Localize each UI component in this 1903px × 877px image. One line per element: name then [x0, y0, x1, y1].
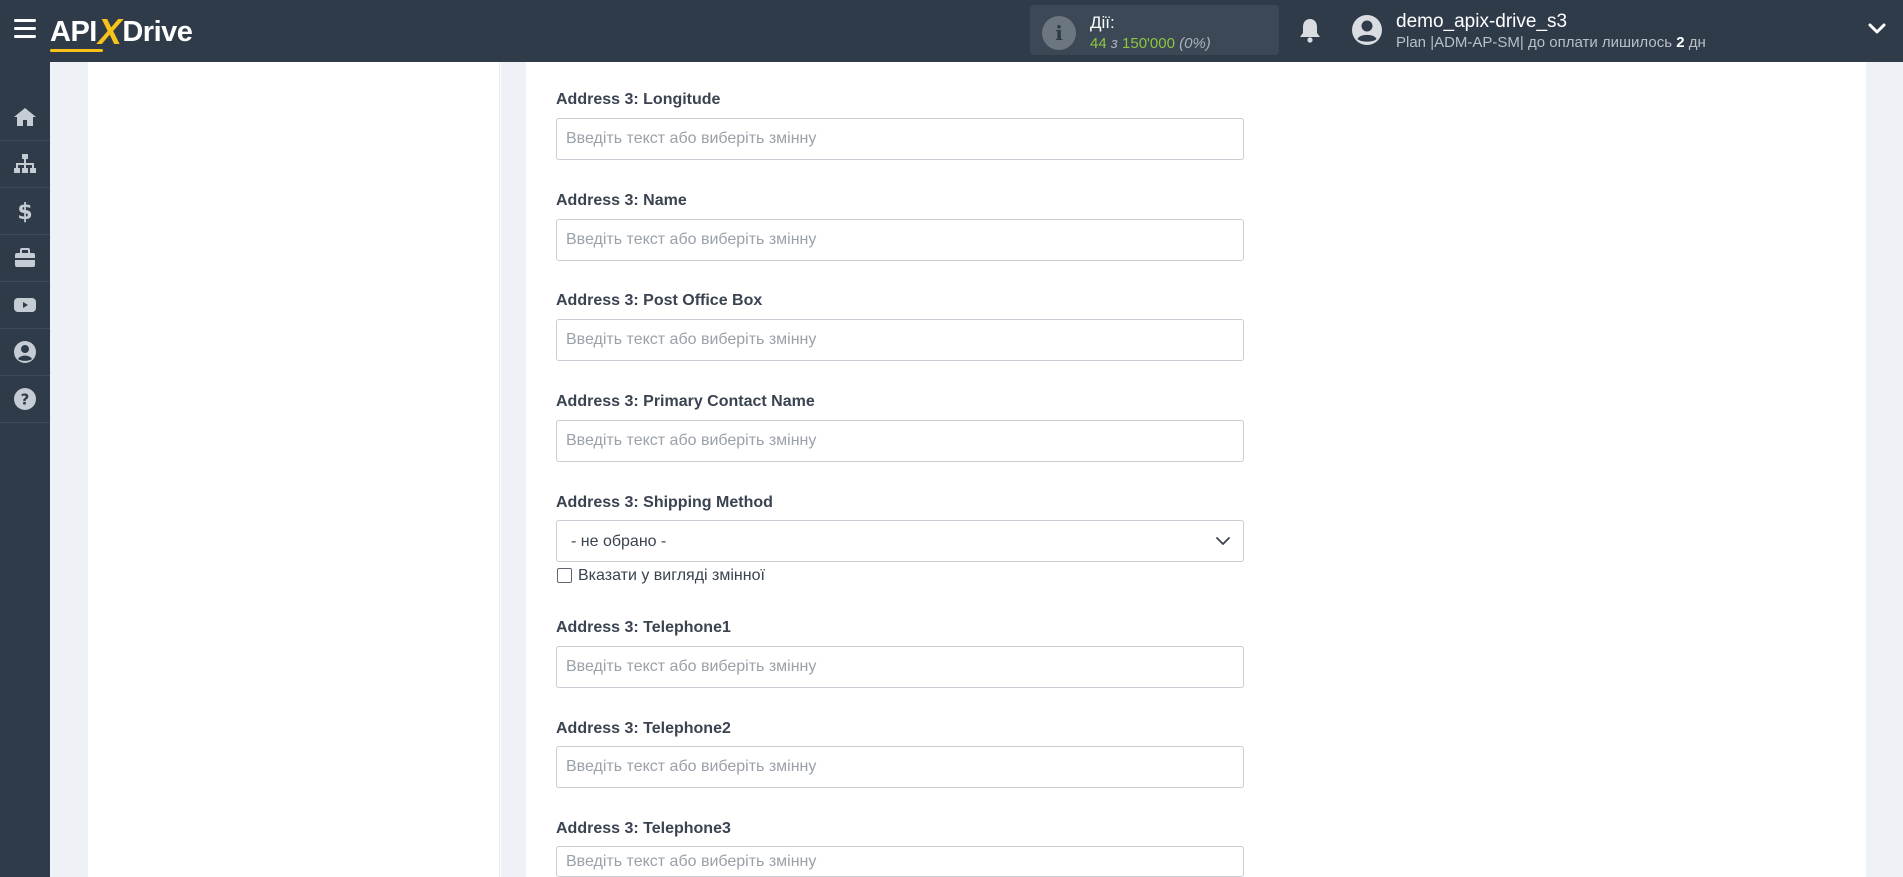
- field-label-telephone2: Address 3: Telephone2: [556, 720, 731, 737]
- sidebar-item-services[interactable]: [0, 235, 50, 282]
- sidebar-item-help[interactable]: ?: [0, 376, 50, 423]
- user-name[interactable]: demo_apix-drive_s3: [1396, 11, 1567, 33]
- field-label-name: Address 3: Name: [556, 192, 687, 209]
- field-label-post-office-box: Address 3: Post Office Box: [556, 292, 763, 309]
- actions-percent: (0%): [1179, 35, 1211, 52]
- sidebar: $ ?: [0, 62, 50, 877]
- question-icon: ?: [14, 388, 36, 410]
- shipping-method-value: - не обрано -: [571, 533, 667, 550]
- svg-text:$: $: [17, 200, 32, 223]
- as-variable-checkbox[interactable]: [557, 568, 572, 583]
- user-circle-icon: [14, 341, 36, 363]
- plan-days-unit: дн: [1688, 34, 1706, 51]
- top-bar: API X Drive i Дії: 44 з 150'000 (0%) demo_…: [0, 0, 1903, 62]
- chevron-down-icon: [1216, 537, 1230, 545]
- shipping-method-select[interactable]: - не обрано -: [556, 520, 1244, 562]
- sidebar-item-connections[interactable]: [0, 141, 50, 188]
- actions-value: 44 з 150'000 (0%): [1090, 35, 1211, 52]
- user-plan: Plan |ADM-AP-SM| до оплати лишилось 2 дн: [1396, 34, 1706, 51]
- field-label-longitude: Address 3: Longitude: [556, 91, 721, 108]
- actions-limit: 150'000: [1122, 35, 1175, 52]
- user-avatar-icon[interactable]: [1351, 14, 1383, 46]
- plan-text: Plan |ADM-AP-SM| до оплати лишилось: [1396, 34, 1673, 51]
- name-input[interactable]: [556, 219, 1244, 261]
- as-variable-label[interactable]: Вказати у вигляді змінної: [578, 567, 765, 585]
- sidebar-item-billing[interactable]: $: [0, 188, 50, 235]
- home-icon: [14, 108, 36, 126]
- apix-drive-logo[interactable]: API X Drive: [50, 11, 193, 52]
- telephone1-input[interactable]: [556, 646, 1244, 688]
- menu-icon[interactable]: [14, 19, 36, 38]
- chevron-down-icon[interactable]: [1868, 22, 1886, 36]
- field-label-telephone1: Address 3: Telephone1: [556, 619, 731, 636]
- post-office-box-input[interactable]: [556, 319, 1244, 361]
- sidebar-item-home[interactable]: [0, 94, 50, 141]
- field-label-primary-contact-name: Address 3: Primary Contact Name: [556, 393, 815, 410]
- svg-text:?: ?: [21, 391, 30, 409]
- sidebar-item-video[interactable]: [0, 282, 50, 329]
- column-gap: [501, 62, 526, 877]
- field-label-telephone3: Address 3: Telephone3: [556, 820, 731, 837]
- field-label-shipping-method: Address 3: Shipping Method: [556, 494, 773, 511]
- telephone3-input[interactable]: [556, 846, 1244, 877]
- actions-used: 44: [1090, 35, 1107, 52]
- longitude-input[interactable]: [556, 118, 1244, 160]
- logo-text-api: API: [50, 15, 103, 52]
- sidebar-item-account[interactable]: [0, 329, 50, 376]
- actions-separator: з: [1110, 35, 1118, 52]
- primary-contact-name-input[interactable]: [556, 420, 1244, 462]
- sitemap-icon: [14, 154, 36, 173]
- logo-text-x: X: [97, 11, 122, 52]
- info-icon: i: [1042, 16, 1076, 50]
- telephone2-input[interactable]: [556, 746, 1244, 788]
- actions-counter[interactable]: i Дії: 44 з 150'000 (0%): [1030, 5, 1279, 55]
- plan-days: 2: [1676, 34, 1685, 51]
- notification-bell-icon[interactable]: [1298, 17, 1322, 43]
- left-column: [88, 62, 500, 877]
- youtube-icon: [14, 298, 36, 312]
- actions-label: Дії:: [1090, 13, 1115, 32]
- briefcase-icon: [15, 248, 35, 267]
- dollar-icon: $: [17, 200, 32, 223]
- logo-text-drive: Drive: [122, 15, 193, 48]
